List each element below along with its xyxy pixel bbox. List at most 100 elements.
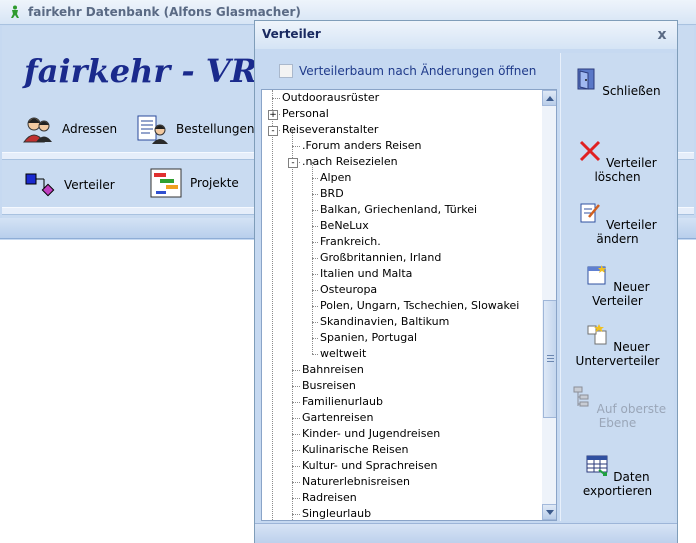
tree-guide-line — [312, 194, 318, 195]
tree-item[interactable]: Gartenreisen — [302, 410, 373, 426]
tree-item[interactable]: Radreisen — [302, 490, 357, 506]
new-subitem-icon — [587, 324, 607, 345]
tree-guide-line — [312, 210, 318, 211]
close-button[interactable]: Schließen — [561, 67, 674, 98]
tree-item[interactable]: Naturerlebnisreisen — [302, 474, 410, 490]
tree-item[interactable]: .Forum anders Reisen — [302, 138, 422, 154]
tree-item[interactable]: Singleurlaub — [302, 506, 371, 520]
tree-guide-line — [312, 274, 318, 275]
tree-guide-line — [292, 514, 300, 515]
edit-document-icon — [580, 203, 601, 223]
tree-item[interactable]: BRD — [320, 186, 344, 202]
tree-structure-icon — [573, 386, 589, 407]
scroll-thumb[interactable] — [543, 300, 556, 418]
app-heading: fairkehr - VR - — [24, 52, 282, 90]
new-subdistributor-button[interactable]: Neuer Unterverteiler — [561, 323, 674, 368]
nav-label-projekte: Projekte — [190, 176, 239, 190]
app-logo-icon — [11, 5, 19, 18]
tree-guide-line — [312, 290, 318, 291]
order-document-icon — [137, 115, 168, 144]
nav-button-projekte[interactable]: Projekte — [150, 168, 239, 198]
nav-label-adressen: Adressen — [62, 122, 118, 136]
tree-guide-line — [292, 386, 300, 387]
edit-distributor-label: Verteiler ändern — [596, 218, 657, 246]
nav-label-verteiler: Verteiler — [64, 178, 115, 192]
main-window-title: fairkehr Datenbank (Alfons Glasmacher) — [28, 5, 301, 19]
close-button-label: Schließen — [602, 84, 661, 98]
tree-item[interactable]: BeNeLux — [320, 218, 369, 234]
tree-item[interactable]: Kultur- und Sprachreisen — [302, 458, 438, 474]
scroll-up-button[interactable] — [542, 90, 556, 106]
tree-item[interactable]: Frankreich. — [320, 234, 381, 250]
distribution-tree[interactable]: Outdoorausrüster + Personal - Reiseveranstal… — [261, 89, 557, 521]
arrow-up-icon — [546, 96, 554, 101]
tree-item[interactable]: Personal — [282, 106, 329, 122]
distribution-tree-icon — [25, 173, 55, 197]
tree-guide-line — [292, 418, 300, 419]
arrow-down-icon — [546, 510, 554, 515]
tree-item[interactable]: weltweit — [320, 346, 366, 362]
open-tree-checkbox-label: Verteilerbaum nach Änderungen öffnen — [299, 64, 537, 78]
scroll-down-button[interactable] — [542, 504, 556, 520]
grip-line — [547, 358, 554, 359]
new-item-icon — [587, 265, 607, 285]
tree-guide-line — [272, 90, 273, 520]
project-chart-icon — [150, 168, 182, 198]
tree-guide-line — [292, 482, 300, 483]
action-panel: Schließen Verteiler löschen Verteiler än… — [560, 53, 674, 521]
tree-guide-line — [292, 450, 300, 451]
tree-guide-line — [292, 130, 293, 520]
tree-item[interactable]: Polen, Ungarn, Tschechien, Slowakei — [320, 298, 519, 314]
tree-guide-line — [312, 178, 318, 179]
tree-item[interactable]: Balkan, Griechenland, Türkei — [320, 202, 477, 218]
tree-item[interactable]: Spanien, Portugal — [320, 330, 417, 346]
tree-item[interactable]: Familienurlaub — [302, 394, 383, 410]
nav-button-adressen[interactable]: Adressen — [22, 114, 117, 144]
tree-guide-line — [312, 354, 318, 355]
tree-item[interactable]: Outdoorausrüster — [282, 90, 379, 106]
dialog-bottom-bar — [255, 523, 677, 543]
edit-distributor-button[interactable]: Verteiler ändern — [561, 201, 674, 246]
tree-item[interactable]: Großbritannien, Irland — [320, 250, 441, 266]
tree-scrollbar[interactable] — [542, 90, 556, 520]
door-exit-icon — [577, 68, 595, 90]
tree-guide-line — [312, 338, 318, 339]
tree-guide-line — [292, 466, 300, 467]
open-tree-checkbox-row[interactable]: Verteilerbaum nach Änderungen öffnen — [261, 55, 557, 87]
tree-item[interactable]: Osteuropa — [320, 282, 377, 298]
tree-item[interactable]: Kulinarische Reisen — [302, 442, 409, 458]
nav-label-bestellungen: Bestellungen — [176, 122, 255, 136]
new-distributor-button[interactable]: Neuer Verteiler — [561, 263, 674, 308]
grip-line — [547, 361, 554, 362]
tree-guide-line — [312, 226, 318, 227]
tree-item[interactable]: Kinder- und Jugendreisen — [302, 426, 440, 442]
tree-item[interactable]: Italien und Malta — [320, 266, 412, 282]
tree-expander-icon[interactable]: - — [288, 158, 298, 168]
export-table-icon — [586, 455, 608, 476]
tree-guide-line — [312, 258, 318, 259]
tree-guide-line — [312, 242, 318, 243]
tree-guide-line — [292, 370, 300, 371]
close-icon[interactable]: x — [654, 27, 670, 43]
tree-expander-icon[interactable]: + — [268, 110, 278, 120]
tree-item[interactable]: .nach Reisezielen — [302, 154, 398, 170]
tree-item[interactable]: Skandinavien, Baltikum — [320, 314, 449, 330]
verteiler-dialog: Verteiler x Verteilerbaum nach Änderunge… — [254, 20, 678, 543]
tree-item[interactable]: Bahnreisen — [302, 362, 364, 378]
export-data-button[interactable]: Daten exportieren — [561, 453, 674, 498]
tree-item[interactable]: Busreisen — [302, 378, 356, 394]
dialog-title-bar[interactable]: Verteiler x — [255, 21, 677, 49]
move-top-level-label: Auf oberste Ebene — [596, 402, 667, 430]
tree-guide-line — [292, 498, 300, 499]
grip-line — [547, 355, 554, 356]
nav-button-bestellungen[interactable]: Bestellungen — [136, 114, 254, 144]
open-tree-checkbox[interactable] — [279, 64, 293, 78]
tree-expander-icon[interactable]: - — [268, 126, 278, 136]
delete-distributor-button[interactable]: Verteiler löschen — [561, 139, 674, 184]
dialog-title: Verteiler — [262, 27, 321, 41]
people-icon — [23, 117, 52, 143]
nav-button-verteiler[interactable]: Verteiler — [24, 170, 115, 200]
tree-item[interactable]: Alpen — [320, 170, 351, 186]
tree-guide-line — [292, 434, 300, 435]
tree-item[interactable]: Reiseveranstalter — [282, 122, 378, 138]
